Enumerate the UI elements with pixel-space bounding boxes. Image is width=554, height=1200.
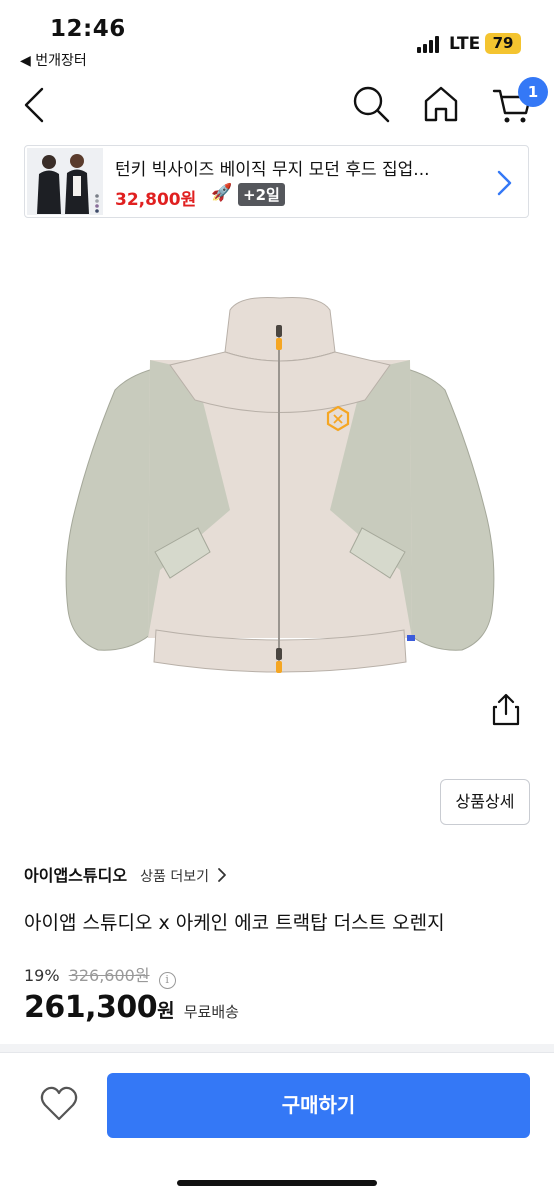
price-row: 261,300원 무료배송	[24, 990, 239, 1030]
banner-price: 32,800원	[115, 190, 197, 210]
search-icon[interactable]	[350, 83, 392, 125]
price-unit: 원	[157, 1000, 175, 1022]
heart-icon[interactable]	[38, 1083, 80, 1125]
info-icon[interactable]: i	[158, 972, 176, 989]
product-detail-button[interactable]: 상품상세	[440, 779, 530, 825]
chevron-left-icon[interactable]	[18, 85, 54, 125]
status-time: 12:46	[50, 16, 126, 42]
banner-product-title: 턴키 빅사이즈 베이직 무지 모던 후드 집업...	[115, 160, 430, 180]
signal-icon	[417, 35, 443, 53]
sale-price: 261,300	[24, 990, 158, 1025]
nav-bar: 1	[0, 75, 554, 137]
status-bar: 12:46 LTE 79 ◀ 번개장터	[0, 0, 554, 69]
delivery-days-badge: +2일	[238, 183, 285, 206]
share-icon[interactable]	[488, 692, 524, 728]
home-indicator	[177, 1180, 377, 1186]
home-icon[interactable]	[420, 83, 462, 125]
discount-row: 19% 326,600원 i	[24, 962, 176, 989]
brand-more-link[interactable]: 상품 더보기	[140, 869, 209, 885]
carrier-label: LTE	[449, 34, 481, 54]
chevron-right-icon	[218, 868, 226, 882]
product-image[interactable]	[60, 290, 500, 680]
product-title: 아이앱 스튜디오 x 아케인 에코 트랙탑 더스트 오렌지	[24, 912, 445, 934]
cart-count-badge: 1	[518, 77, 548, 107]
shipping-label: 무료배송	[183, 1003, 239, 1021]
banner-thumbnail	[27, 148, 103, 215]
bottom-action-bar: 구매하기	[0, 1052, 554, 1200]
battery-indicator: 79	[485, 33, 521, 54]
buy-button[interactable]: 구매하기	[107, 1073, 530, 1138]
original-price: 326,600원	[68, 966, 150, 985]
back-to-app-link[interactable]: ◀ 번개장터	[20, 50, 87, 70]
section-divider	[0, 1044, 554, 1052]
discount-rate: 19%	[24, 966, 60, 985]
chevron-right-icon	[497, 170, 512, 196]
recommended-product-banner[interactable]: 턴키 빅사이즈 베이직 무지 모던 후드 집업... 32,800원 🚀 +2일	[24, 145, 529, 218]
brand-row[interactable]: 아이앱스튜디오 상품 더보기	[24, 862, 228, 885]
rocket-icon: 🚀	[211, 183, 233, 203]
brand-name[interactable]: 아이앱스튜디오	[24, 866, 127, 885]
